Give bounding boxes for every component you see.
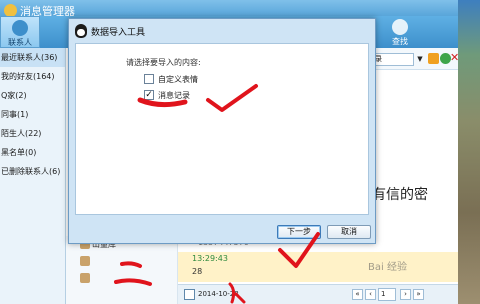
cancel-button[interactable]: 取消 xyxy=(327,225,371,239)
calendar-icon[interactable] xyxy=(184,289,195,300)
first-page-icon[interactable]: « xyxy=(352,289,363,300)
avatar xyxy=(80,256,90,266)
list-item[interactable] xyxy=(66,253,177,270)
message-records-checkbox[interactable]: ✓ xyxy=(144,90,154,100)
watermark-logo: Bai 经验 xyxy=(368,262,407,273)
sidebar-item-colleagues[interactable]: 同事(1) xyxy=(0,105,65,124)
contact-groups-sidebar: 最近联系人(36) 我的好友(164) Q家(2) 同事(1) 陌生人(22) … xyxy=(0,48,66,304)
import-prompt: 请选择要导入的内容: xyxy=(126,58,201,67)
dialog-title: 数据导入工具 xyxy=(91,28,146,38)
sidebar-item-recent[interactable]: 最近联系人(36) xyxy=(0,48,65,67)
filter-combo[interactable]: 录 xyxy=(372,53,414,66)
search-tab-label: 查找 xyxy=(392,37,408,46)
search-tab-button[interactable]: 查找 xyxy=(380,16,420,48)
message-timestamp: 13:29:43 xyxy=(192,254,228,263)
page-number-input[interactable]: 1 xyxy=(378,288,396,301)
custom-emoticons-label: 自定义表情 xyxy=(158,75,198,84)
custom-emoticons-checkbox[interactable] xyxy=(144,74,154,84)
next-page-icon[interactable]: › xyxy=(400,289,411,300)
contacts-icon xyxy=(12,20,28,36)
dialog-footer: 下一步 取消 xyxy=(69,217,375,243)
search-icon xyxy=(392,19,408,35)
date-label: 2014-10-28 xyxy=(198,290,239,298)
delete-icon[interactable]: ✕ xyxy=(450,52,459,64)
sidebar-item-deleted[interactable]: 已删除联系人(6) xyxy=(0,162,65,181)
dialog-titlebar[interactable]: 数据导入工具 xyxy=(69,19,375,43)
message-body: 28 xyxy=(192,267,203,276)
chevron-down-icon[interactable]: ▼ xyxy=(415,53,425,66)
sidebar-item-blacklist[interactable]: 黑名单(0) xyxy=(0,143,65,162)
message-preview-text: 有信的密 xyxy=(372,187,428,203)
message-records-label: 消息记录 xyxy=(158,91,190,100)
history-footer-bar: 2014-10-28 « ‹ 1 › » xyxy=(178,284,458,304)
highlighted-message: 13:29:43 28 xyxy=(178,252,458,282)
qq-penguin-icon xyxy=(75,24,87,38)
sidebar-item-strangers[interactable]: 陌生人(22) xyxy=(0,124,65,143)
data-import-dialog: 数据导入工具 请选择要导入的内容: 自定义表情 ✓ 消息记录 下一步 取消 xyxy=(68,18,376,244)
dialog-body: 请选择要导入的内容: 自定义表情 ✓ 消息记录 xyxy=(75,43,369,215)
last-page-icon[interactable]: » xyxy=(413,289,424,300)
contacts-tab-button[interactable]: 联系人 xyxy=(0,16,40,48)
avatar xyxy=(80,273,90,283)
sidebar-item-family[interactable]: Q家(2) xyxy=(0,86,65,105)
list-item[interactable] xyxy=(66,270,177,287)
desktop-background xyxy=(456,0,480,304)
contacts-tab-label: 联系人 xyxy=(8,38,32,47)
sidebar-item-friends[interactable]: 我的好友(164) xyxy=(0,67,65,86)
contact-message-list: 山量库 xyxy=(66,236,178,304)
prev-page-icon[interactable]: ‹ xyxy=(365,289,376,300)
export-icon[interactable] xyxy=(428,53,439,64)
content-action-bar: 录 ▼ ✕ xyxy=(366,48,459,70)
next-step-button[interactable]: 下一步 xyxy=(277,225,321,239)
